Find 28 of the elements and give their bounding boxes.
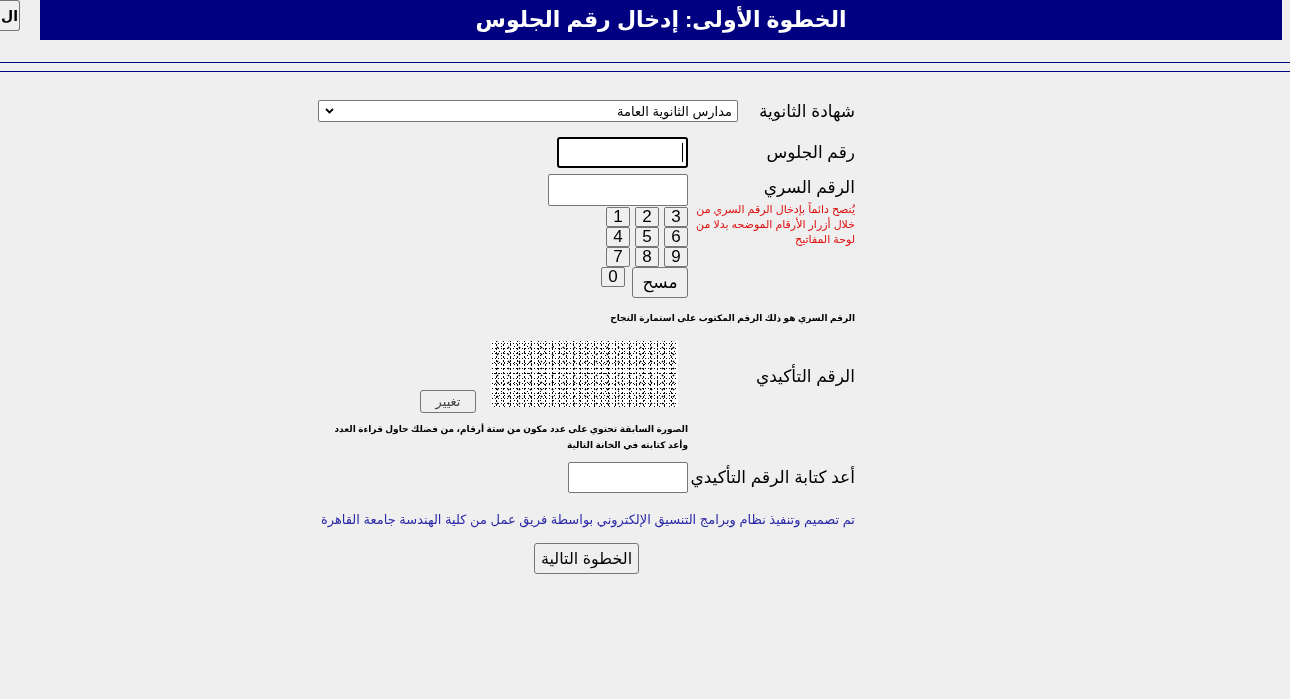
note-text: الرقم السري هو ذلك الرقم المكتوب على استمارة النجاح — [609, 312, 855, 326]
text-cursor-icon — [682, 143, 683, 162]
clear-button[interactable]: مسح — [632, 267, 688, 298]
field-label: الرقم السري — [762, 177, 855, 198]
key-button[interactable]: 4 — [606, 227, 630, 247]
seat-number-field[interactable] — [557, 137, 688, 168]
hint-text: يُنصح دائماً بإدخال الرقم السري من خلال أزرار الأرقام الموضحه بدلا من لوحة المفاتيح — [695, 202, 855, 247]
key-button[interactable]: 0 — [601, 267, 625, 287]
page-title: الخطوة الأولى: إدخال رقم الجلوس — [475, 7, 847, 33]
key-button[interactable]: 2 — [635, 207, 659, 227]
change-button[interactable]: تغيير — [420, 390, 476, 413]
key-button[interactable]: 9 — [664, 247, 688, 267]
top-button[interactable]: ال — [0, 0, 20, 31]
key-button[interactable]: 6 — [664, 227, 688, 247]
key-button[interactable]: 3 — [664, 207, 688, 227]
chevron-down-icon — [325, 108, 334, 114]
confirmation-field[interactable] — [568, 462, 688, 493]
next-button[interactable]: الخطوة التالية — [533, 543, 640, 574]
certificate-dropdown[interactable]: مدارس الثانوية العامة — [318, 100, 738, 122]
key-button[interactable]: 1 — [606, 207, 630, 227]
key-button[interactable]: 8 — [635, 247, 659, 267]
credits-text: تم تصميم وتنفيذ نظام وبرامج التنسيق الإلكتروني بواسطة فريق عمل من كلية الهندسة جامعة القاهرة — [320, 512, 855, 527]
note-text: الصورة السابقة تحتوي على عدد مكون من ستة أرقام، من فضلك حاول قراءة العدد وأعد كتابته في الخانة التالية — [333, 422, 688, 453]
key-button[interactable]: 7 — [606, 247, 630, 267]
field-label: شهادة الثانوية — [758, 100, 855, 122]
secret-number-field[interactable] — [548, 174, 688, 206]
key-button[interactable]: 5 — [635, 227, 659, 247]
field-label: رقم الجلوس — [766, 143, 855, 162]
